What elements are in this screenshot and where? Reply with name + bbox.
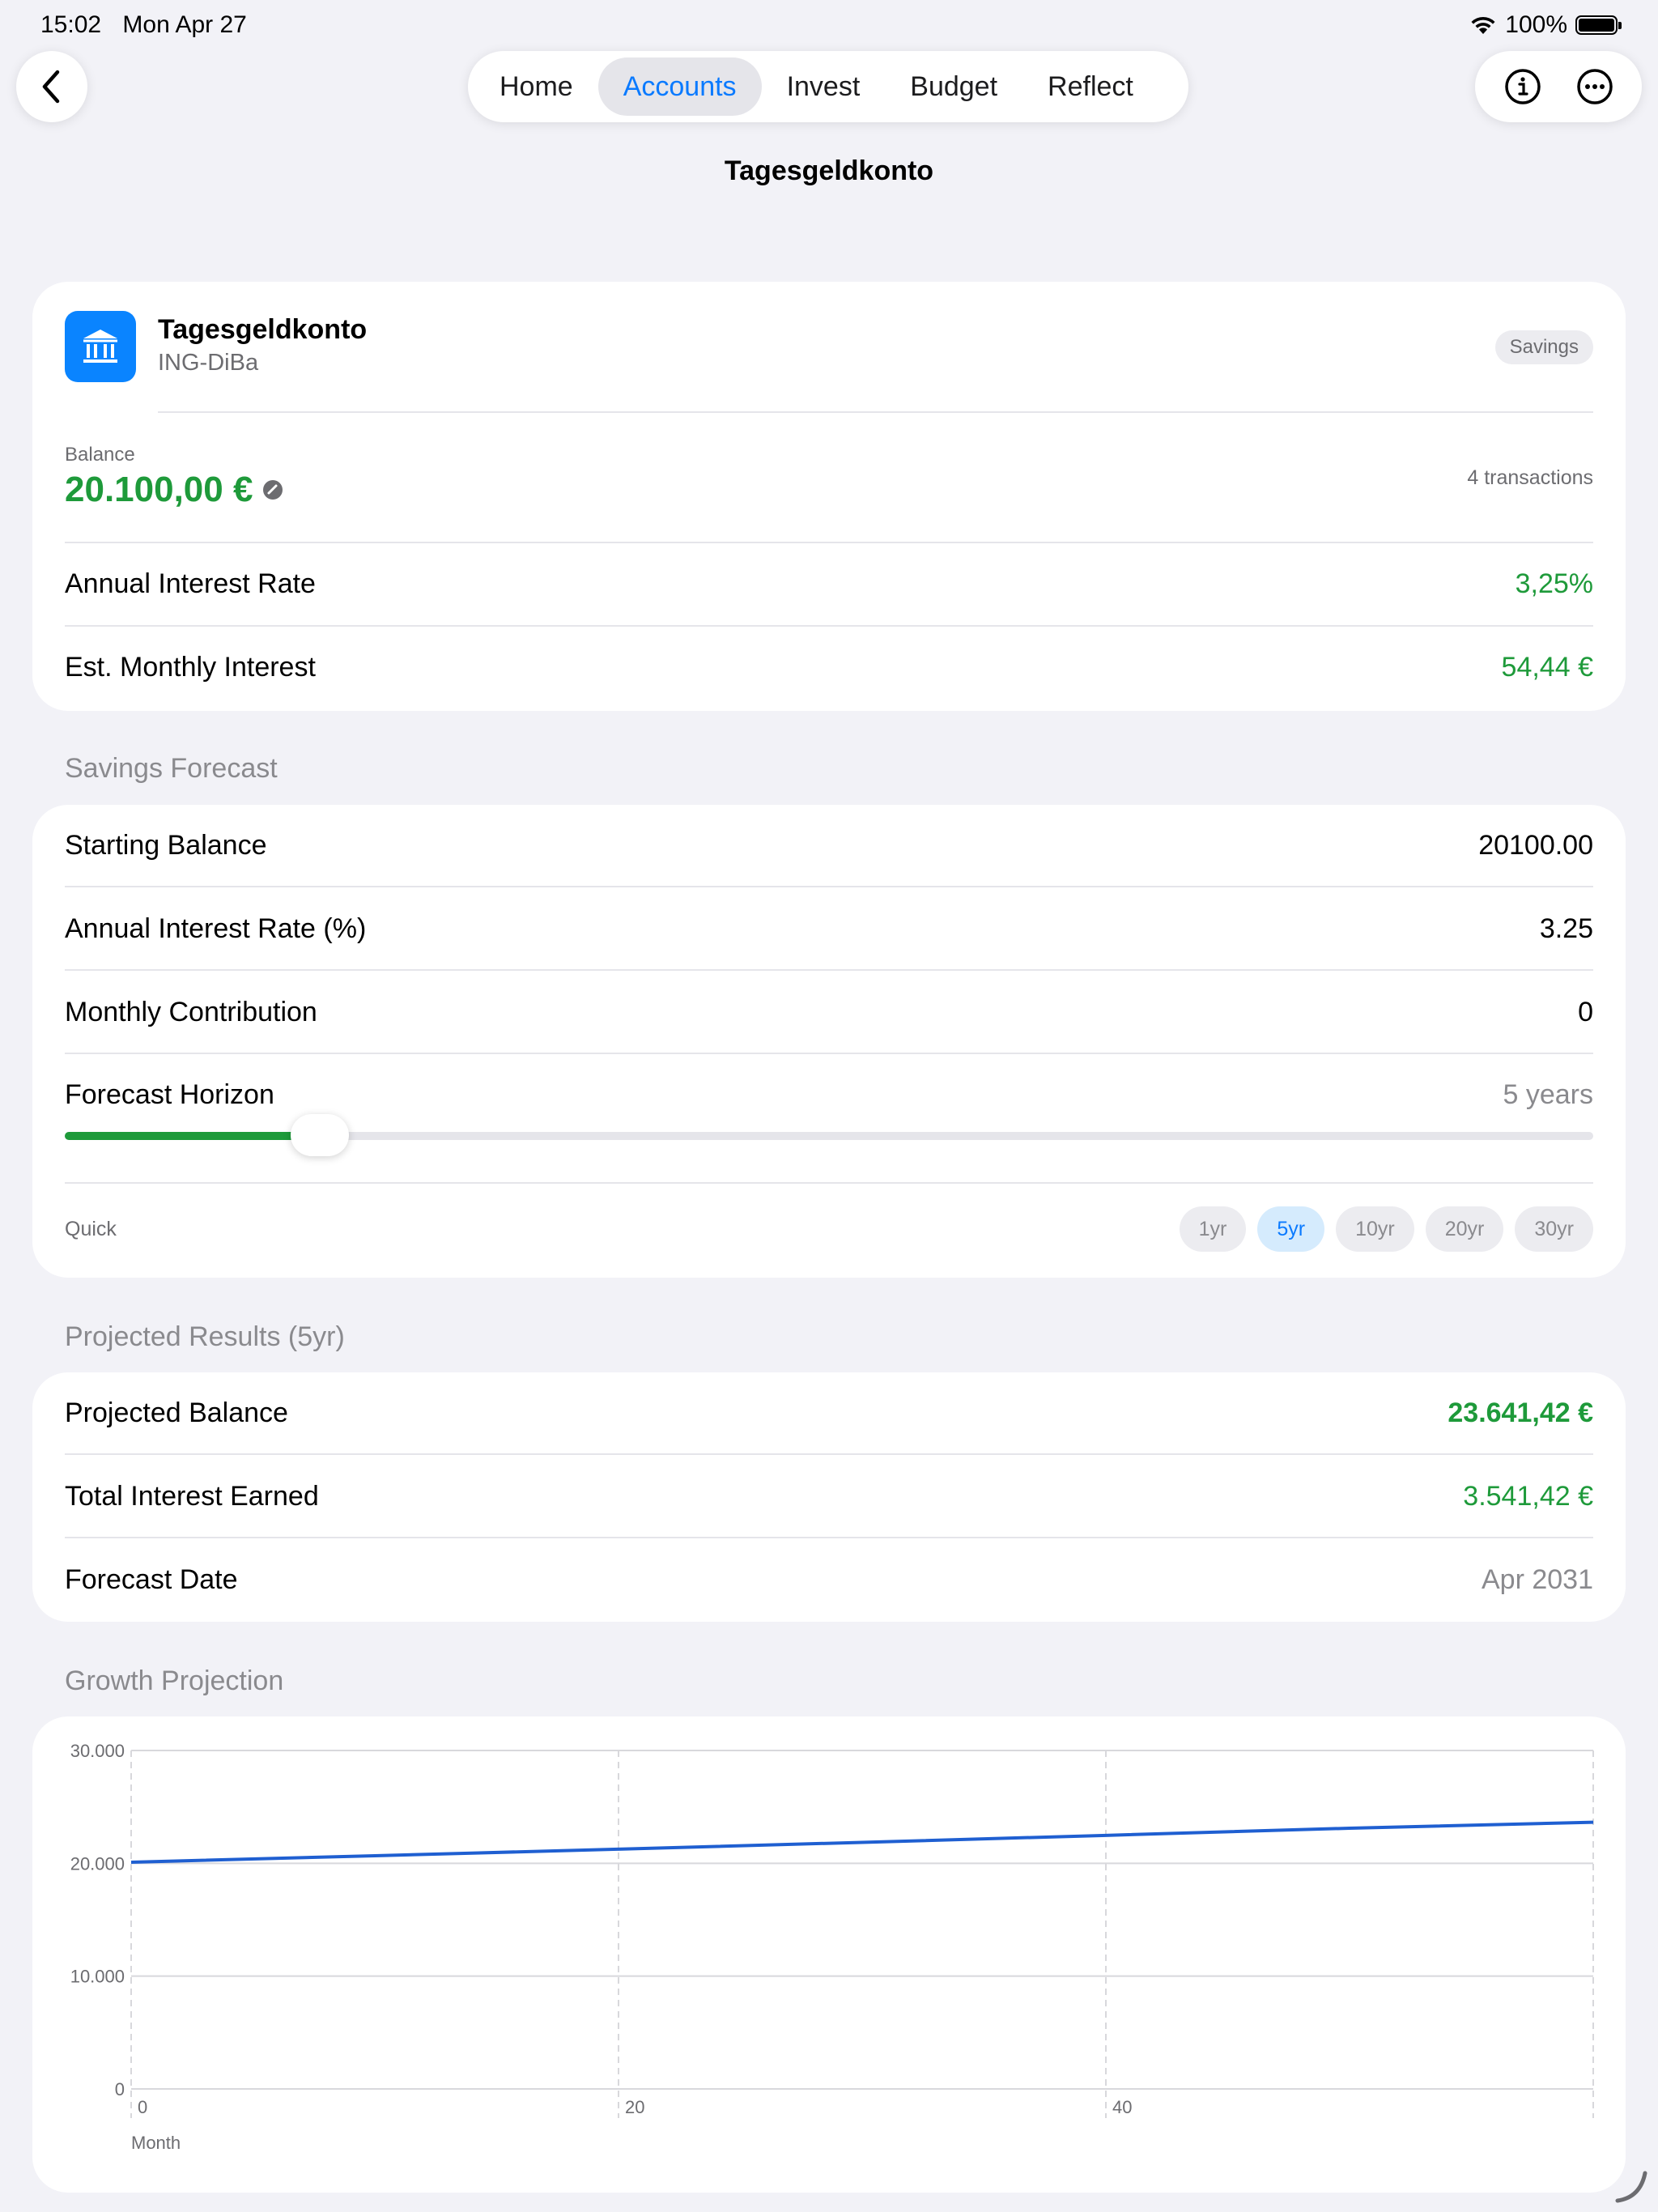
x-tick-label: 40	[1112, 2097, 1132, 2117]
x-tick-label: 0	[138, 2097, 147, 2117]
contribution-field[interactable]: 0	[1578, 997, 1593, 1028]
divider	[65, 1182, 1593, 1184]
section-header-forecast: Savings Forecast	[65, 753, 278, 784]
row-label: Starting Balance	[65, 829, 267, 861]
status-time: 15:02	[40, 11, 102, 38]
tab-reflect[interactable]: Reflect	[1022, 57, 1158, 116]
back-button[interactable]	[16, 51, 87, 122]
horizon-slider[interactable]	[65, 1114, 1593, 1156]
y-tick-label: 0	[115, 2079, 125, 2099]
total-interest-row: Total Interest Earned 3.541,42 €	[65, 1472, 1593, 1521]
row-label: Est. Monthly Interest	[65, 651, 316, 683]
tab-budget[interactable]: Budget	[885, 57, 1022, 116]
forecast-date-row: Forecast Date Apr 2031	[65, 1555, 1593, 1604]
row-label: Forecast Date	[65, 1563, 238, 1595]
wifi-icon	[1471, 16, 1495, 34]
horizon-row: Forecast Horizon 5 years	[65, 1070, 1593, 1119]
x-tick-label: 20	[625, 2097, 644, 2117]
transaction-count[interactable]: 4 transactions	[1467, 466, 1593, 490]
projected-balance-value: 23.641,42 €	[1448, 1397, 1593, 1428]
section-header-growth: Growth Projection	[65, 1665, 284, 1696]
divider	[65, 1537, 1593, 1538]
section-header-results: Projected Results (5yr)	[65, 1321, 345, 1352]
battery-percent: 100%	[1505, 11, 1567, 38]
divider	[65, 886, 1593, 887]
quick-chip-5yr[interactable]: 5yr	[1257, 1206, 1325, 1252]
contribution-row[interactable]: Monthly Contribution 0	[65, 988, 1593, 1036]
rate-row[interactable]: Annual Interest Rate (%) 3.25	[65, 904, 1593, 953]
total-interest-value: 3.541,42 €	[1463, 1480, 1593, 1512]
tab-bar: Home Accounts Invest Budget Reflect	[468, 51, 1188, 122]
account-bank: ING-DiBa	[158, 350, 259, 376]
results-card: Projected Balance 23.641,42 € Total Inte…	[32, 1372, 1626, 1622]
chevron-left-icon	[42, 70, 60, 104]
quick-chip-10yr[interactable]: 10yr	[1336, 1206, 1414, 1252]
account-card: Tagesgeldkonto ING-DiBa Savings Balance …	[32, 282, 1626, 711]
row-label: Annual Interest Rate (%)	[65, 912, 367, 944]
quick-chip-1yr[interactable]: 1yr	[1179, 1206, 1247, 1252]
quick-label: Quick	[65, 1218, 117, 1240]
y-tick-label: 30.000	[70, 1741, 125, 1761]
divider	[65, 1453, 1593, 1455]
divider	[158, 411, 1593, 413]
horizon-value: 5 years	[1503, 1078, 1594, 1110]
row-value: 54,44 €	[1501, 651, 1593, 683]
forecast-card: Starting Balance 20100.00 Annual Interes…	[32, 805, 1626, 1278]
verified-icon	[263, 480, 283, 500]
annual-rate-row: Annual Interest Rate 3,25%	[65, 564, 1593, 604]
row-label: Forecast Horizon	[65, 1078, 274, 1110]
status-bar: 15:02 Mon Apr 27 100%	[0, 0, 1658, 52]
row-value: 3,25%	[1515, 568, 1593, 599]
quick-chip-20yr[interactable]: 20yr	[1425, 1206, 1504, 1252]
row-label: Monthly Contribution	[65, 996, 317, 1027]
status-date: Mon Apr 27	[122, 11, 247, 38]
monthly-interest-row: Est. Monthly Interest 54,44 €	[65, 647, 1593, 687]
y-tick-label: 20.000	[70, 1853, 125, 1874]
tab-invest[interactable]: Invest	[762, 57, 886, 116]
projected-balance-row: Projected Balance 23.641,42 €	[65, 1389, 1593, 1437]
account-name: Tagesgeldkonto	[158, 314, 368, 345]
divider	[65, 625, 1593, 627]
toolbar-actions	[1475, 51, 1642, 122]
slider-thumb[interactable]	[290, 1114, 349, 1156]
quick-options: 1yr 5yr 10yr 20yr 30yr	[1179, 1206, 1593, 1252]
growth-chart-card: 0 10.000 20.000 30.000 0 20 40 Month	[32, 1716, 1626, 2193]
divider	[65, 1053, 1593, 1054]
slider-fill	[65, 1132, 320, 1140]
page-title: Tagesgeldkonto	[724, 155, 934, 186]
row-label: Annual Interest Rate	[65, 568, 316, 599]
more-icon[interactable]	[1575, 67, 1614, 106]
row-label: Projected Balance	[65, 1397, 288, 1428]
rate-field[interactable]: 3.25	[1540, 913, 1593, 945]
quick-chip-30yr[interactable]: 30yr	[1515, 1206, 1593, 1252]
balance-label: Balance	[65, 444, 135, 466]
row-label: Total Interest Earned	[65, 1480, 319, 1512]
resize-handle-icon[interactable]	[1611, 2165, 1652, 2206]
starting-balance-row[interactable]: Starting Balance 20100.00	[65, 821, 1593, 870]
x-axis-title: Month	[131, 2133, 181, 2153]
forecast-date-value: Apr 2031	[1482, 1563, 1593, 1595]
divider	[65, 542, 1593, 543]
balance-value: 20.100,00 €	[65, 470, 253, 509]
info-icon[interactable]	[1503, 67, 1542, 106]
y-tick-label: 10.000	[70, 1967, 125, 1987]
account-type-badge: Savings	[1494, 330, 1593, 364]
divider	[65, 969, 1593, 971]
series-line	[130, 1820, 1594, 1864]
battery-icon	[1575, 15, 1622, 35]
starting-balance-field[interactable]: 20100.00	[1478, 830, 1593, 861]
growth-chart: 0 10.000 20.000 30.000 0 20 40 Month	[70, 1741, 1594, 2153]
bank-icon	[65, 311, 136, 382]
tab-accounts[interactable]: Accounts	[597, 57, 762, 116]
tab-home[interactable]: Home	[474, 57, 598, 116]
